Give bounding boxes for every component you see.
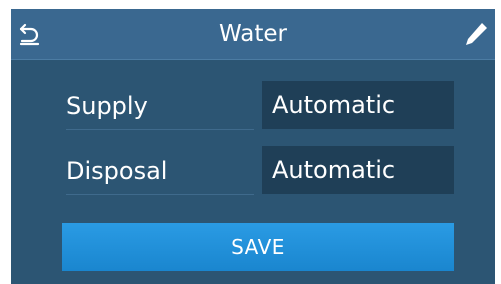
save-button[interactable]: SAVE (62, 223, 454, 271)
water-settings-screen: Water Supply Automatic Disposal Automati… (11, 9, 495, 284)
header-bar: Water (11, 9, 495, 60)
edit-button[interactable] (460, 18, 492, 50)
supply-select[interactable]: Automatic (262, 81, 454, 129)
disposal-label: Disposal (66, 148, 254, 195)
supply-label: Supply (66, 83, 254, 130)
page-title: Water (219, 21, 287, 47)
disposal-select[interactable]: Automatic (262, 146, 454, 194)
pencil-icon (466, 23, 487, 45)
